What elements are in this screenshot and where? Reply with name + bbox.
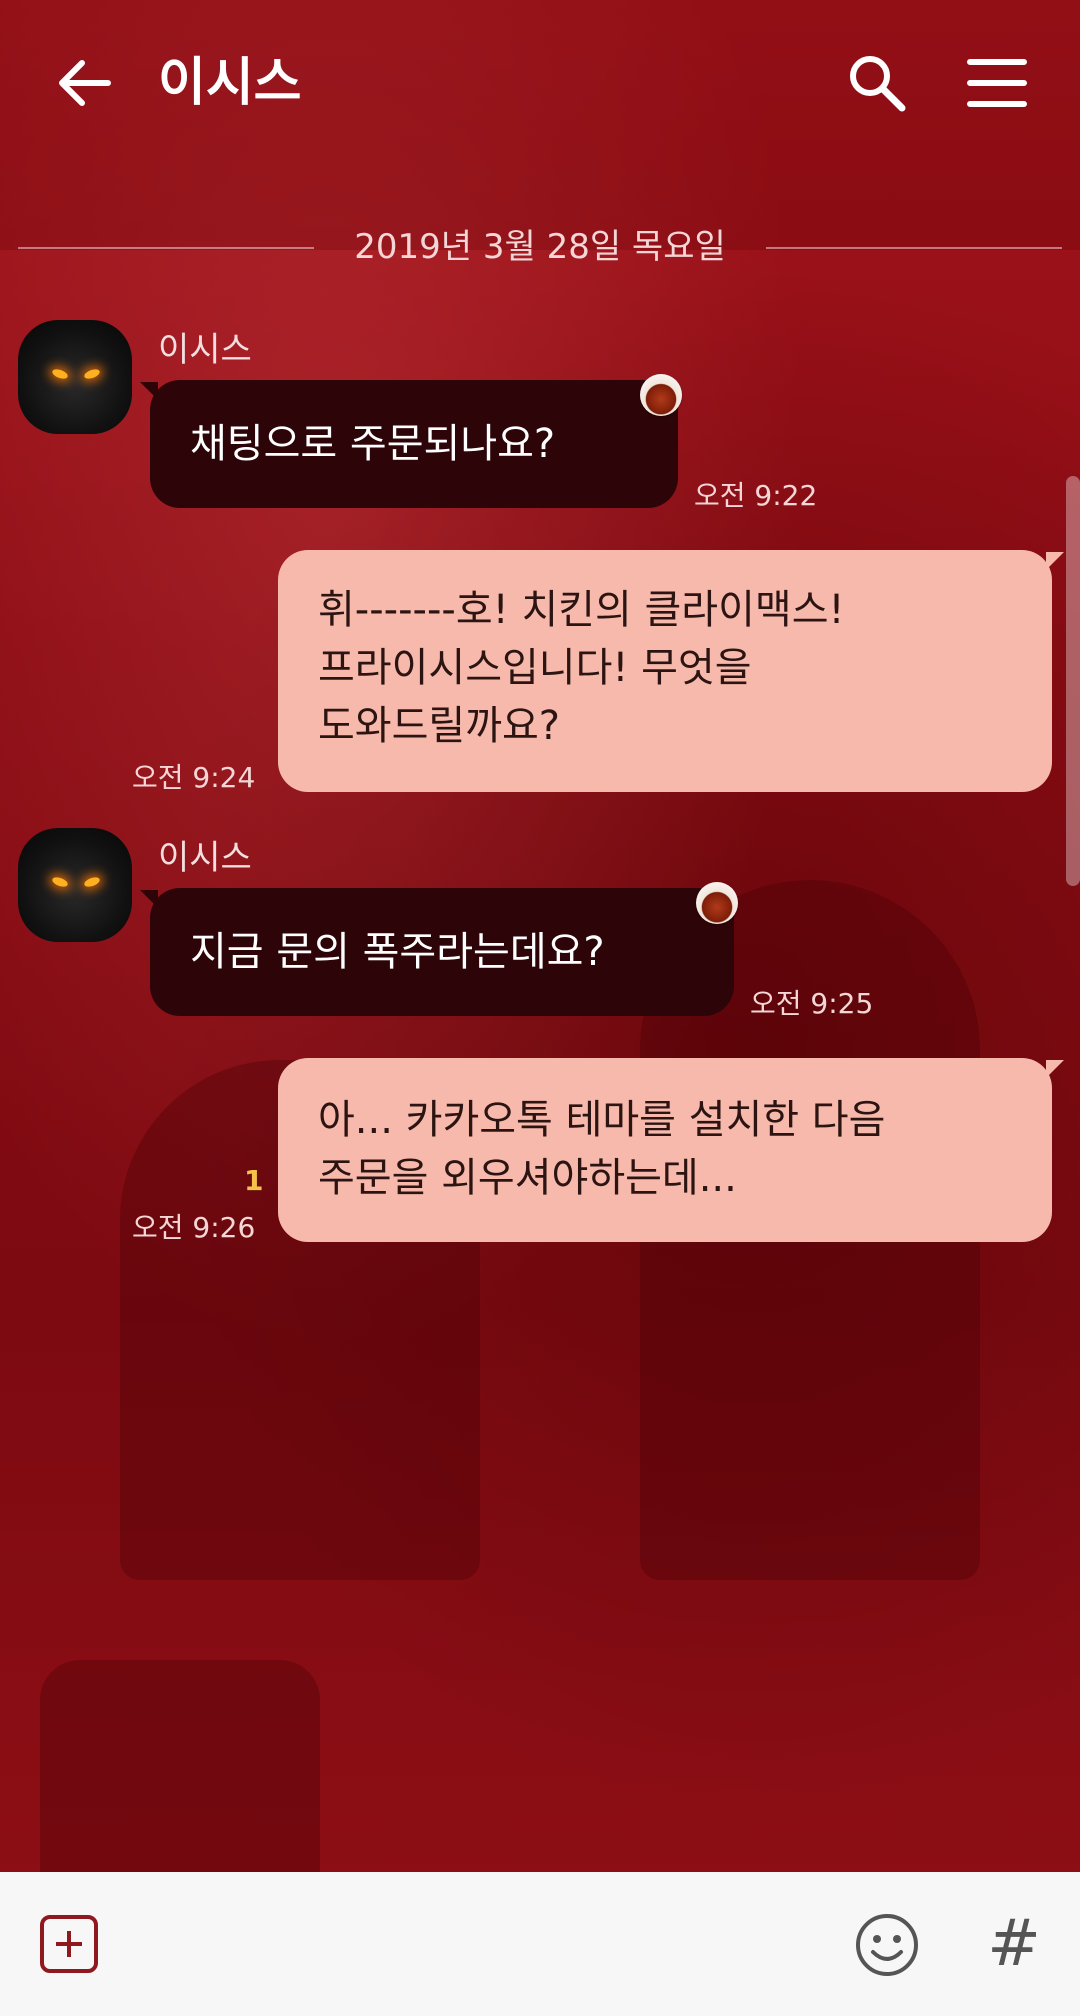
- date-divider: 2019년 3월 28일 목요일: [18, 222, 1062, 272]
- smiley-icon: [856, 1914, 918, 1976]
- message-text-line: 아... 카카오톡 테마를 설치한 다음: [318, 1097, 886, 1143]
- avatar-eye: [83, 367, 101, 381]
- unread-count-badge: 1: [244, 1164, 264, 1197]
- bubble-tail: [1046, 1060, 1064, 1078]
- message-bubble-incoming[interactable]: 채팅으로 주문되나요?: [150, 380, 678, 508]
- message-time: 오전 9:24: [132, 761, 256, 794]
- avatar-eye: [51, 875, 69, 889]
- hamburger-menu-icon: [967, 59, 1027, 107]
- message-text-line: 프라이시스입니다! 무엇을: [318, 645, 752, 691]
- avatar[interactable]: [18, 828, 132, 942]
- arrow-left-icon: [59, 60, 111, 106]
- search-icon: [850, 56, 906, 112]
- background-stool: [40, 1660, 320, 1872]
- message-text-line: 주문을 외우셔야하는데...: [318, 1155, 737, 1201]
- back-button[interactable]: [50, 48, 120, 118]
- plus-box-icon[interactable]: [40, 1915, 98, 1973]
- sender-name: 이시스: [158, 838, 252, 878]
- message-text: 채팅으로 주문되나요?: [190, 421, 556, 467]
- hashtag-button[interactable]: #: [984, 1906, 1044, 1982]
- search-button[interactable]: [842, 48, 912, 118]
- avatar[interactable]: [18, 320, 132, 434]
- top-bar: 이시스: [0, 0, 1080, 170]
- message-bubble-incoming[interactable]: 지금 문의 폭주라는데요?: [150, 888, 734, 1016]
- emoji-button[interactable]: [854, 1912, 920, 1978]
- message-time: 오전 9:22: [694, 479, 818, 512]
- sender-name: 이시스: [158, 330, 252, 370]
- menu-button[interactable]: [962, 48, 1032, 118]
- avatar-eye: [51, 367, 69, 381]
- message-text: 지금 문의 폭주라는데요?: [190, 929, 605, 975]
- chat-title: 이시스: [158, 53, 302, 113]
- message-text-line: 도와드릴까요?: [318, 703, 561, 749]
- message-time: 오전 9:25: [750, 987, 874, 1020]
- bubble-tail: [1046, 552, 1064, 570]
- date-divider-line-right: [766, 247, 1062, 249]
- scrollbar-thumb[interactable]: [1066, 476, 1080, 886]
- input-bar: #: [0, 1872, 1080, 2016]
- message-text-line: 휘-------호! 치킨의 클라이맥스!: [318, 587, 845, 633]
- food-sticker-icon: [640, 374, 682, 416]
- message-bubble-outgoing[interactable]: 아... 카카오톡 테마를 설치한 다음 주문을 외우셔야하는데...: [278, 1058, 1052, 1242]
- message-time: 오전 9:26: [132, 1211, 256, 1244]
- message-bubble-outgoing[interactable]: 휘-------호! 치킨의 클라이맥스! 프라이시스입니다! 무엇을 도와드릴…: [278, 550, 1052, 792]
- avatar-eye: [83, 875, 101, 889]
- food-sticker-icon: [696, 882, 738, 924]
